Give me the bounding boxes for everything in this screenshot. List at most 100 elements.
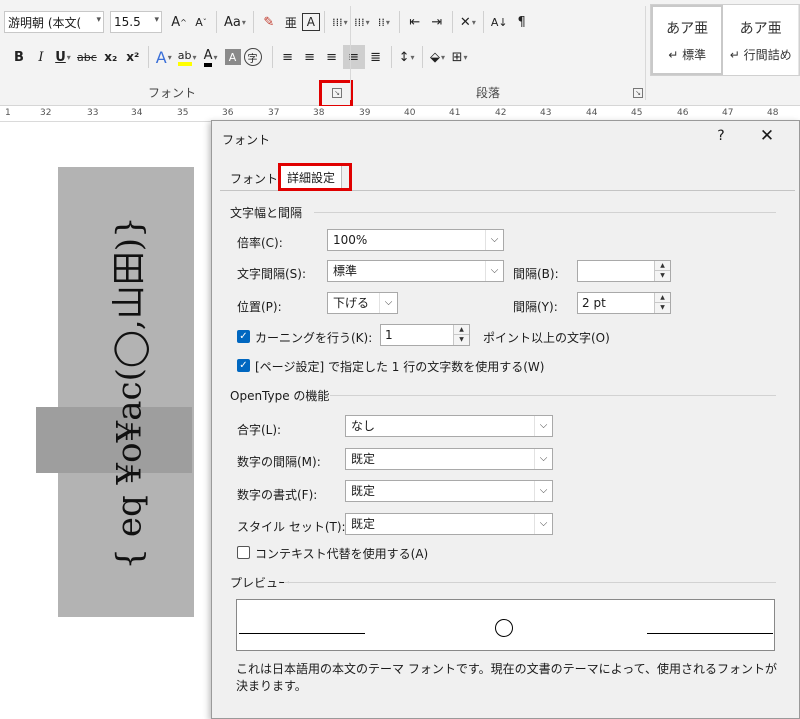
preview-baseline-left [239,633,365,634]
enclose-char-button[interactable]: 字 [243,48,262,66]
char-border-icon[interactable]: A [301,13,320,31]
chevron-down-icon: ⌵ [485,230,503,250]
dialog-title: フォント [222,133,271,147]
font-size-combo[interactable]: 15.5 ▾ [110,11,162,33]
font-color-button[interactable]: A ▾ [200,45,222,69]
kerning-checkbox[interactable]: ✓ [237,330,250,343]
scale-select[interactable]: 100% ⌵ [327,229,504,251]
spin-down-icon[interactable]: ▼ [654,303,670,313]
spin-up-icon[interactable]: ▲ [453,325,469,335]
chevron-down-icon: ⌵ [534,416,552,436]
contextual-checkbox[interactable] [237,546,250,559]
distribute-icon[interactable]: ≣ [365,45,387,69]
document-page[interactable]: { eq ¥o¥ac(◯,山田)} [0,123,212,719]
eraser-icon[interactable]: ✎ [258,10,280,34]
ruler-label: 39 [359,108,371,118]
stylistic-sets-select[interactable]: 既定 ⌵ [345,513,553,535]
ruler-label: 40 [404,108,416,118]
align-left-icon[interactable]: ≡ [277,45,299,69]
align-center-icon[interactable]: ≡ [299,45,321,69]
separator [252,11,254,33]
underline-label: U [55,49,66,65]
superscript-button[interactable]: x² [122,45,144,69]
char-shading-button[interactable]: A [224,49,241,65]
section-divider [330,395,776,396]
ruler-label: 1 [5,108,11,118]
multilevel-list-icon[interactable]: ⁞⁞ ▾ [373,10,395,34]
underline-button[interactable]: U ▾ [52,45,74,69]
separator [451,11,453,33]
style-sample: あア亜 [666,20,709,37]
chevron-down-icon: ▾ [96,15,101,25]
phonetic-guide-icon[interactable]: 亜 [280,10,302,34]
help-button[interactable]: ? [709,125,733,147]
bold-button[interactable]: B [8,45,30,69]
justify-icon[interactable]: ≡ [342,45,365,69]
show-marks-icon[interactable]: ¶ [511,10,533,34]
number-spacing-select[interactable]: 既定 ⌵ [345,448,553,470]
grow-font-label: A [171,14,181,30]
ruler-label: 45 [631,108,643,118]
grow-font-button[interactable]: A ^ [168,10,190,34]
shading-icon[interactable]: ⬙ ▾ [427,45,449,69]
decrease-indent-icon[interactable]: ⇤ [404,10,426,34]
close-button[interactable]: ✕ [753,125,781,147]
italic-button[interactable]: I [30,45,52,69]
subscript-button[interactable]: x₂ [100,45,122,69]
preview-circle-icon [495,619,513,637]
borders-icon[interactable]: ⊞ ▾ [449,45,471,69]
chevron-down-icon: ⌵ [485,261,503,281]
tab-font[interactable]: フォント [224,169,284,191]
spacing-label: 文字間隔(S): [237,267,307,281]
spin-up-icon[interactable]: ▲ [654,293,670,303]
separator [216,11,217,33]
position-select[interactable]: 下げる ⌵ [327,292,398,314]
spin-down-icon[interactable]: ▼ [654,271,670,281]
text-effects-button[interactable]: A ▾ [153,45,175,69]
number-forms-select[interactable]: 既定 ⌵ [345,480,553,502]
font-name-combo[interactable]: 游明朝 (本文( ▾ [4,11,104,33]
number-forms-label: 数字の書式(F): [237,488,318,502]
text-direction-icon[interactable]: ✕ ▾ [457,10,479,34]
ligatures-select[interactable]: なし ⌵ [345,415,553,437]
align-right-icon[interactable]: ≡ [321,45,343,69]
spacing-select[interactable]: 標準 ⌵ [327,260,504,282]
styles-gallery: あア亜 ↵ 標準 あア亜 ↵ 行間詰め [650,4,800,76]
group-divider [645,6,646,100]
highlight-button[interactable]: ab ▾ [175,45,200,69]
numbering-icon[interactable]: ⁞⁞⁞ ▾ [351,10,373,34]
ribbon: 游明朝 (本文( ▾ 15.5 ▾ A ^ Aˇ Aa ▾ ✎ 亜 A ⁞⁞⁞ ▾ ⁞… [0,0,800,108]
separator [421,46,423,68]
ruler-label: 42 [495,108,507,118]
shrink-font-label: A [195,15,203,29]
ruler-label: 41 [449,108,461,118]
group-divider [350,6,351,100]
grid-checkbox[interactable]: ✓ [237,359,250,372]
shrink-font-button[interactable]: Aˇ [190,10,212,34]
ruler-label: 32 [40,108,52,118]
preview-box [236,599,775,651]
separator [390,46,392,68]
increase-indent-icon[interactable]: ⇥ [426,10,448,34]
style-no-spacing[interactable]: あア亜 ↵ 行間詰め [723,5,799,75]
strikethrough-button[interactable]: abc [74,45,100,69]
paragraph-dialog-launcher-icon[interactable]: ↘ [633,88,643,98]
spin-up-icon[interactable]: ▲ [654,261,670,271]
kerning-input[interactable]: 1 ▲ ▼ [380,324,470,346]
style-normal[interactable]: あア亜 ↵ 標準 [651,5,724,75]
tab-highlight [278,163,352,191]
line-spacing-icon[interactable]: ↕ ▾ [396,45,418,69]
section-opentype-title: OpenType の機能 [230,389,330,403]
launcher-highlight [319,80,353,108]
change-case-button[interactable]: Aa ▾ [221,10,249,34]
spacing-by-input[interactable]: ▲ ▼ [577,260,671,282]
spacing-value: 標準 [333,264,358,278]
sort-icon[interactable]: A↓ [488,10,511,34]
position-by-input[interactable]: 2 pt ▲ ▼ [577,292,671,314]
kerning-suffix: ポイント以上の文字(O) [483,331,610,345]
section-spacing-title: 文字幅と間隔 [230,206,303,220]
spin-down-icon[interactable]: ▼ [453,335,469,345]
highlight-label: ab [177,49,192,66]
field-code-text[interactable]: { eq ¥o¥ac(◯,山田)} [102,216,151,569]
bullets-icon[interactable]: ⁞⁞⁞ ▾ [329,10,351,34]
